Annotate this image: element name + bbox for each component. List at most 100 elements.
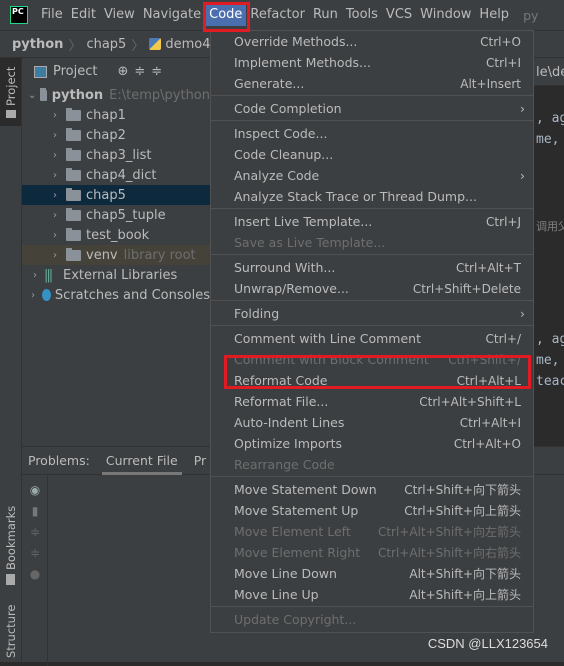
menu-item-code-cleanup[interactable]: Code Cleanup... bbox=[211, 144, 533, 165]
eye-icon[interactable]: ◉ bbox=[28, 483, 42, 497]
folder-icon bbox=[66, 147, 81, 161]
root-name: python bbox=[51, 87, 104, 103]
project-view-dropdown[interactable]: Project bbox=[53, 64, 97, 79]
chevron-right-icon[interactable]: › bbox=[48, 250, 62, 261]
expand-all-icon[interactable]: ≑ bbox=[134, 64, 145, 79]
bookmarks-tab[interactable]: Bookmarks bbox=[4, 506, 18, 570]
chevron-right-icon[interactable]: › bbox=[48, 230, 62, 241]
menu-item-surround-with[interactable]: Surround With... Ctrl+Alt+T bbox=[211, 257, 533, 278]
menu-item-shortcut: Alt+Insert bbox=[460, 76, 521, 91]
tab-project-errors[interactable]: Pr bbox=[194, 453, 206, 468]
menu-run[interactable]: Run bbox=[309, 4, 342, 26]
tree-folder-chap2[interactable]: › chap2 bbox=[22, 125, 210, 145]
menu-item-implement-methods[interactable]: Implement Methods... Ctrl+I bbox=[211, 52, 533, 73]
menu-item-analyze-code[interactable]: Analyze Code › bbox=[211, 165, 533, 186]
tab-current-file[interactable]: Current File bbox=[101, 447, 182, 475]
menu-refactor[interactable]: Refactor bbox=[246, 4, 309, 26]
menu-item-label: Move Statement Up bbox=[234, 503, 359, 518]
locate-icon[interactable]: ⊕ bbox=[117, 64, 128, 79]
folder-name: chap4_dict bbox=[86, 167, 157, 183]
chevron-right-icon[interactable]: › bbox=[28, 290, 38, 301]
menu-item-move-line-down[interactable]: Move Line Down Alt+Shift+向下箭头 bbox=[211, 563, 533, 584]
menu-item-analyze-stack-trace-or-thread-dump[interactable]: Analyze Stack Trace or Thread Dump... bbox=[211, 186, 533, 207]
folder-icon bbox=[66, 227, 81, 241]
chevron-right-icon[interactable]: › bbox=[48, 210, 62, 221]
chevron-right-icon[interactable]: › bbox=[28, 270, 42, 281]
menu-tools[interactable]: Tools bbox=[342, 4, 382, 26]
menu-separator bbox=[211, 208, 533, 209]
folder-icon bbox=[66, 107, 81, 121]
menu-edit[interactable]: Edit bbox=[67, 4, 100, 26]
watermark: CSDN @LLX123654 bbox=[427, 636, 548, 651]
chevron-right-icon[interactable]: › bbox=[48, 150, 62, 161]
menu-view[interactable]: View bbox=[100, 4, 139, 26]
external-libraries-label: External Libraries bbox=[63, 267, 178, 283]
expand-icon[interactable]: ≑ bbox=[28, 525, 42, 539]
folder-icon bbox=[66, 207, 81, 221]
menu-item-optimize-imports[interactable]: Optimize Imports Ctrl+Alt+O bbox=[211, 433, 533, 454]
tree-external-libraries[interactable]: › ||| External Libraries bbox=[22, 265, 210, 285]
folder-icon bbox=[66, 247, 81, 261]
chevron-right-icon[interactable]: › bbox=[48, 110, 62, 121]
chevron-right-icon: › bbox=[520, 168, 525, 183]
tree-scratches[interactable]: › Scratches and Consoles bbox=[22, 285, 210, 305]
chevron-right-icon[interactable]: › bbox=[48, 170, 62, 181]
menu-window[interactable]: Window bbox=[416, 4, 475, 26]
menu-navigate[interactable]: Navigate bbox=[139, 4, 205, 26]
menu-item-insert-live-template[interactable]: Insert Live Template... Ctrl+J bbox=[211, 211, 533, 232]
menu-item-move-statement-up[interactable]: Move Statement Up Ctrl+Shift+向上箭头 bbox=[211, 500, 533, 521]
menu-item-label: Code Cleanup... bbox=[234, 147, 334, 162]
chevron-right-icon[interactable]: › bbox=[48, 130, 62, 141]
tree-folder-chap5[interactable]: › chap5 bbox=[22, 185, 210, 205]
menu-vcs[interactable]: VCS bbox=[382, 4, 416, 26]
tree-folder-chap4_dict[interactable]: › chap4_dict bbox=[22, 165, 210, 185]
chevron-down-icon[interactable]: ⌄ bbox=[28, 90, 36, 101]
structure-tab[interactable]: Structure bbox=[4, 605, 18, 659]
tree-folder-venv[interactable]: › venv library root bbox=[22, 245, 210, 265]
menu-item-comment-with-line-comment[interactable]: Comment with Line Comment Ctrl+/ bbox=[211, 328, 533, 349]
menu-item-move-line-up[interactable]: Move Line Up Alt+Shift+向上箭头 bbox=[211, 584, 533, 605]
tree-folder-chap1[interactable]: › chap1 bbox=[22, 105, 210, 125]
breadcrumb-folder[interactable]: chap5 bbox=[86, 37, 126, 52]
menu-item-auto-indent-lines[interactable]: Auto-Indent Lines Ctrl+Alt+I bbox=[211, 412, 533, 433]
breadcrumb-project[interactable]: python bbox=[12, 37, 63, 52]
preview-icon[interactable]: ▮ bbox=[28, 504, 42, 518]
code-fragment: me, bbox=[536, 132, 560, 147]
project-tool-tab[interactable]: Project bbox=[0, 58, 21, 126]
tree-folder-chap5_tuple[interactable]: › chap5_tuple bbox=[22, 205, 210, 225]
collapse-all-icon[interactable]: ≑ bbox=[151, 64, 162, 79]
menu-item-folding[interactable]: Folding › bbox=[211, 303, 533, 324]
menu-file[interactable]: File bbox=[37, 4, 67, 26]
menu-item-move-statement-down[interactable]: Move Statement Down Ctrl+Shift+向下箭头 bbox=[211, 479, 533, 500]
collapse-icon[interactable]: ≑ bbox=[28, 546, 42, 560]
tree-folder-test_book[interactable]: › test_book bbox=[22, 225, 210, 245]
folder-icon bbox=[66, 187, 81, 201]
menu-item-unwrap-remove[interactable]: Unwrap/Remove... Ctrl+Shift+Delete bbox=[211, 278, 533, 299]
menu-item-override-methods[interactable]: Override Methods... Ctrl+O bbox=[211, 31, 533, 52]
menu-help[interactable]: Help bbox=[475, 4, 513, 26]
menu-item-reformat-file[interactable]: Reformat File... Ctrl+Alt+Shift+L bbox=[211, 391, 533, 412]
project-header: Project ⊕ ≑ ≑ bbox=[22, 58, 210, 85]
menu-item-inspect-code[interactable]: Inspect Code... bbox=[211, 123, 533, 144]
menu-item-label: Move Statement Down bbox=[234, 482, 377, 497]
menu-bar: PC File Edit View Navigate Code Refactor Run To… bbox=[0, 0, 564, 30]
menu-item-shortcut: Ctrl+Alt+Shift+向左箭头 bbox=[377, 525, 521, 539]
lightbulb-icon[interactable]: ● bbox=[28, 567, 42, 581]
folder-icon bbox=[66, 167, 81, 181]
folder-icon bbox=[66, 127, 81, 141]
tree-folder-chap3_list[interactable]: › chap3_list bbox=[22, 145, 210, 165]
folder-name: test_book bbox=[86, 227, 150, 243]
menu-item-code-completion[interactable]: Code Completion › bbox=[211, 98, 533, 119]
chevron-right-icon[interactable]: › bbox=[48, 190, 62, 201]
menu-item-label: Override Methods... bbox=[234, 34, 358, 49]
root-path: E:\temp\python bbox=[109, 87, 210, 103]
folder-name: chap5 bbox=[86, 187, 126, 203]
menu-item-move-element-right: Move Element Right Ctrl+Alt+Shift+向右箭头 bbox=[211, 542, 533, 563]
menu-item-generate[interactable]: Generate... Alt+Insert bbox=[211, 73, 533, 94]
project-panel: Project ⊕ ≑ ≑ ⌄ python E:\temp\python › c… bbox=[22, 58, 210, 446]
bookmark-icon bbox=[6, 574, 15, 585]
tree-root[interactable]: ⌄ python E:\temp\python bbox=[22, 85, 210, 105]
highlight-box-reformat-code bbox=[224, 355, 531, 389]
menu-item-label: Folding bbox=[234, 306, 280, 321]
menu-separator bbox=[211, 325, 533, 326]
